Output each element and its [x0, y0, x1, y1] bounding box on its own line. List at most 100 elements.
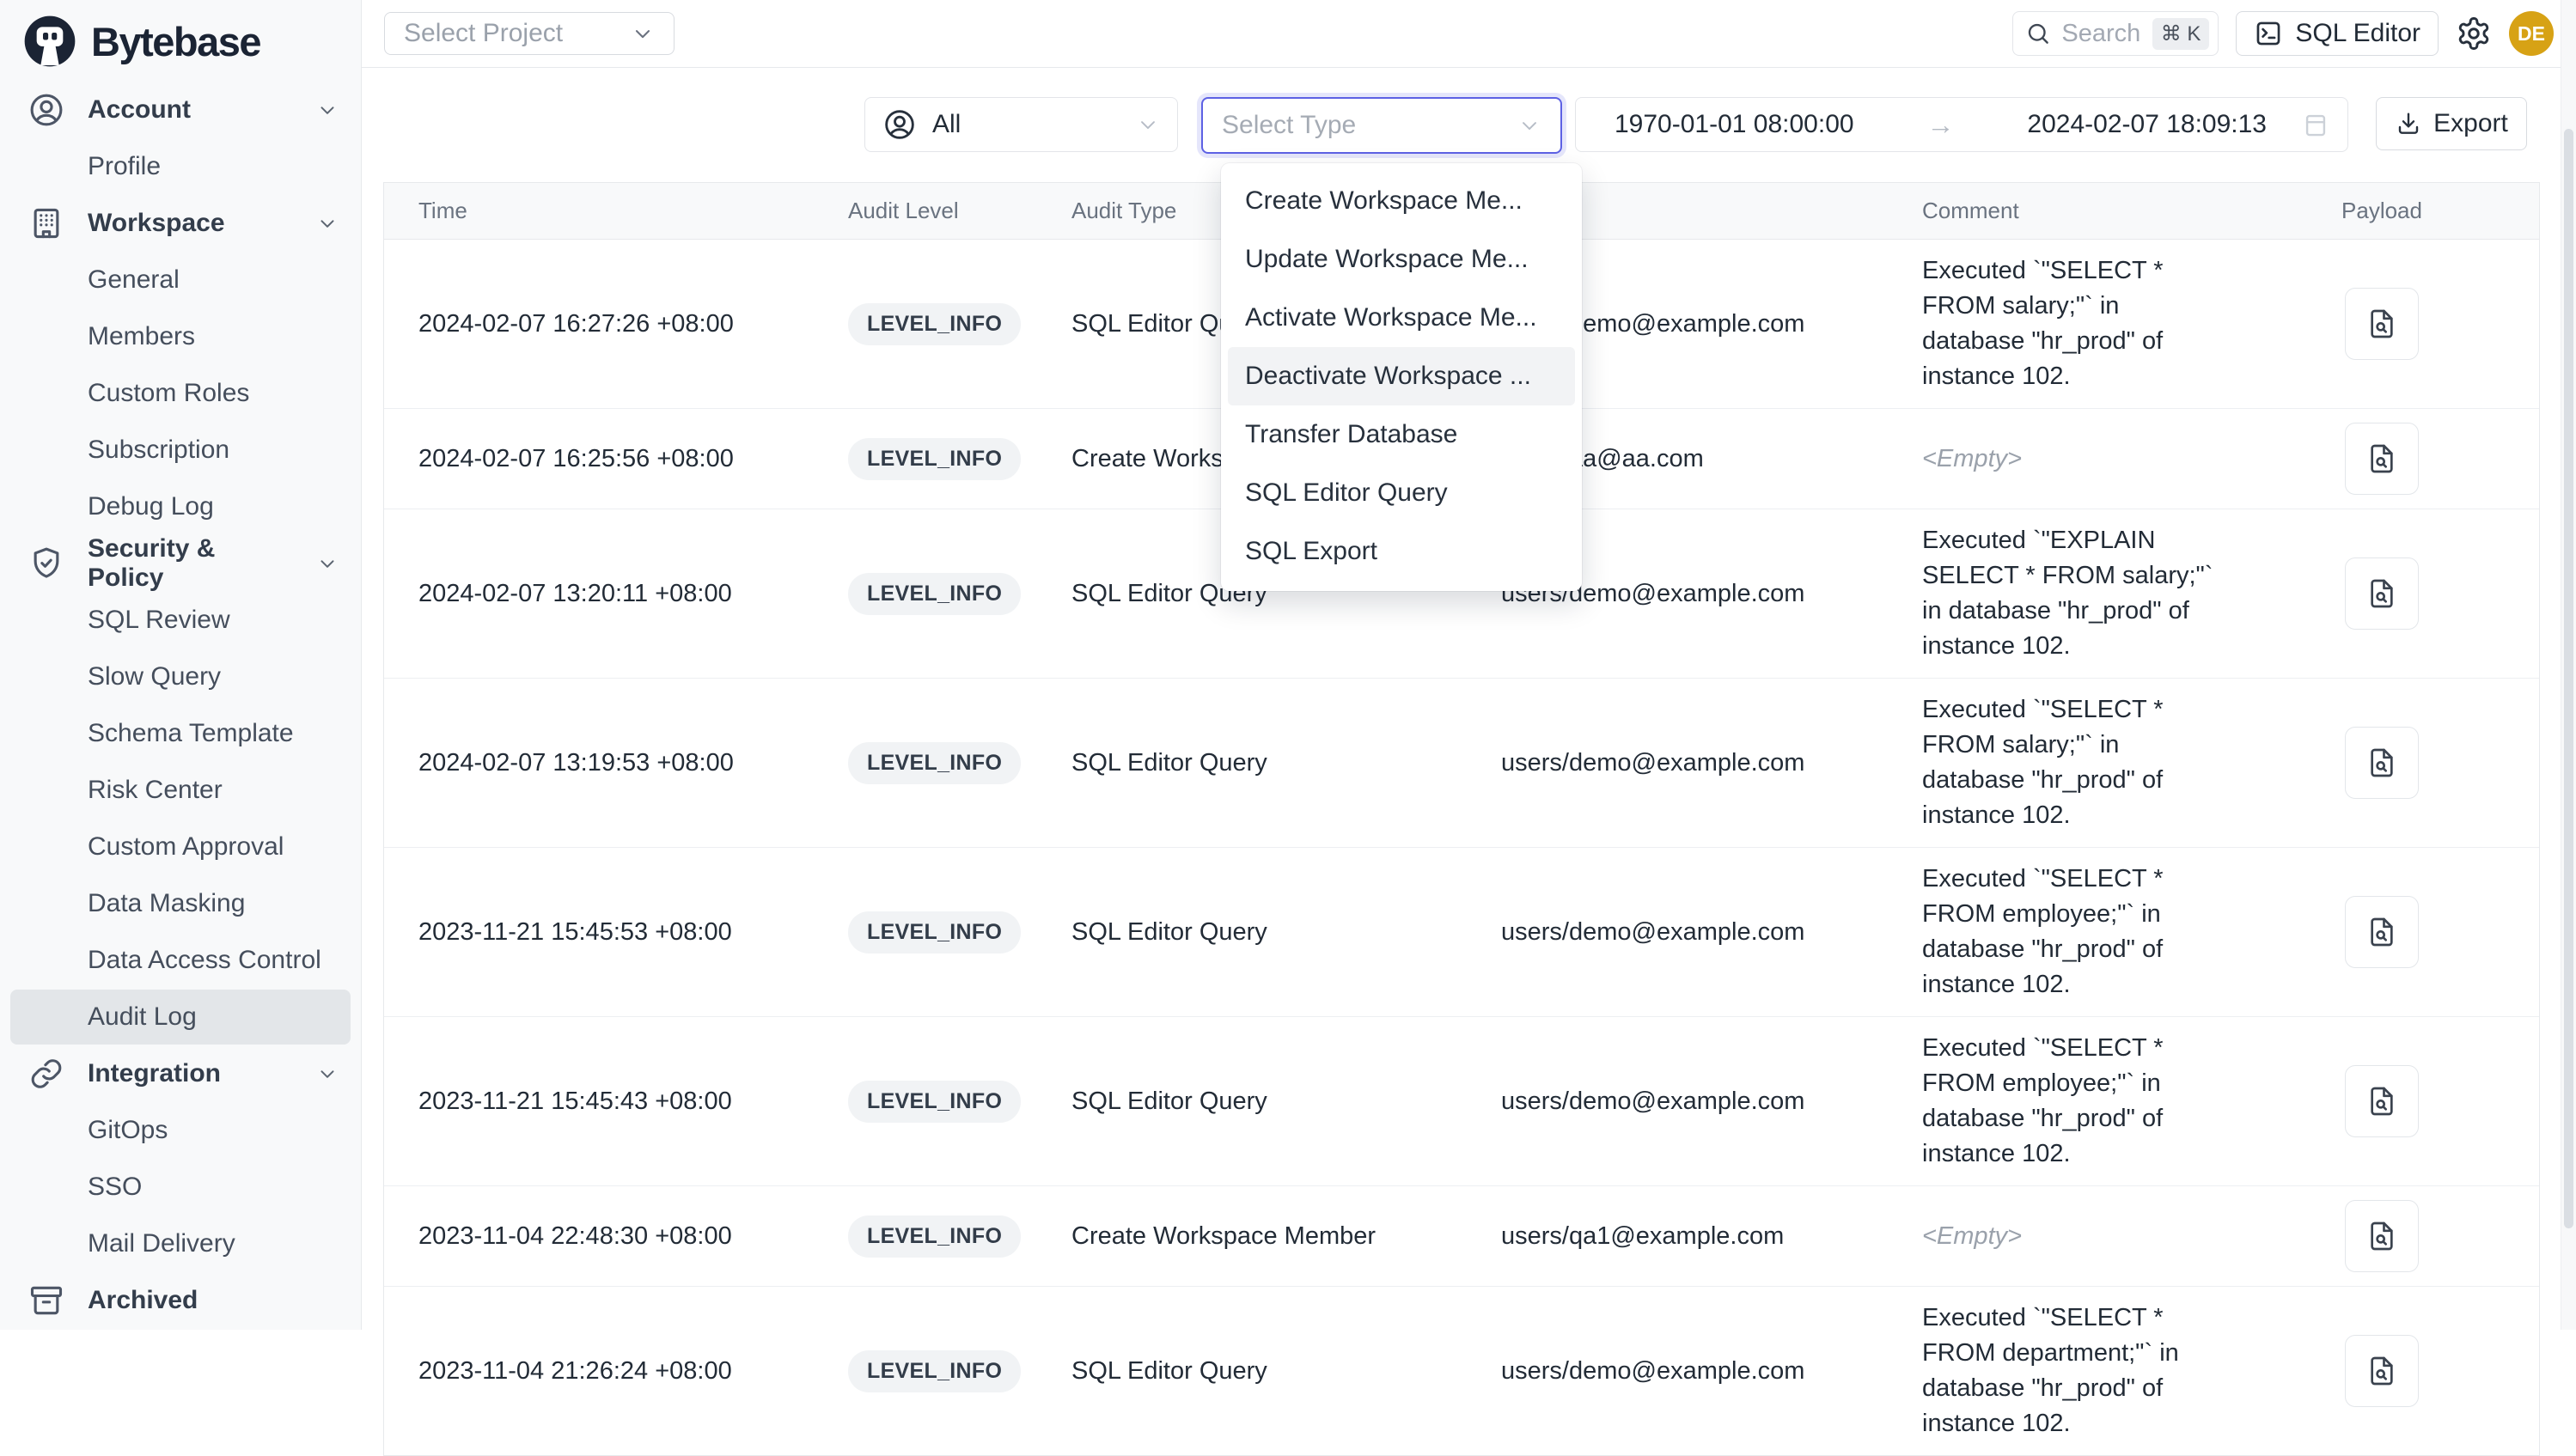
level-badge: LEVEL_INFO [848, 742, 1021, 784]
cell-payload [2257, 1335, 2506, 1407]
search-input[interactable]: Search ⌘ K [2012, 11, 2219, 56]
export-label: Export [2433, 109, 2508, 138]
sidebar-section-account[interactable]: Account [10, 82, 351, 137]
payload-view-button[interactable] [2345, 423, 2419, 495]
download-icon [2395, 110, 2422, 137]
sidebar-item-data-access-control[interactable]: Data Access Control [10, 933, 351, 988]
cell-audit-type: SQL Editor Query [1071, 1087, 1501, 1116]
cell-audit-type: SQL Editor Query [1071, 918, 1501, 947]
filter-bar: All Select Type 1970-01-01 08:00:00 → 20… [362, 68, 2576, 154]
cell-audit-type: Create Workspace Member [1071, 1222, 1501, 1251]
file-search-icon [2365, 1219, 2399, 1253]
sidebar-section-integration[interactable]: Integration [10, 1046, 351, 1101]
file-search-icon [2365, 746, 2399, 780]
payload-view-button[interactable] [2345, 1335, 2419, 1407]
cell-comment: Executed `"SELECT * FROM employee;"` in … [1922, 862, 2257, 1002]
cell-audit-level: LEVEL_INFO [848, 1215, 1071, 1258]
sidebar-item-risk-center[interactable]: Risk Center [10, 763, 351, 818]
sql-editor-button[interactable]: SQL Editor [2236, 11, 2439, 56]
type-filter-placeholder: Select Type [1222, 111, 1356, 140]
sidebar-item-members[interactable]: Members [10, 309, 351, 364]
cell-comment: Executed `"SELECT * FROM salary;"` in da… [1922, 692, 2257, 833]
sidebar-item-custom-approval[interactable]: Custom Approval [10, 819, 351, 874]
cell-time: 2024-02-07 13:19:53 +08:00 [384, 749, 848, 777]
dropdown-item-create-workspace-me-[interactable]: Create Workspace Me... [1221, 172, 1582, 230]
chevron-down-icon [316, 212, 339, 235]
cell-time: 2024-02-07 13:20:11 +08:00 [384, 580, 848, 608]
column-header-time: Time [384, 198, 848, 224]
cell-audit-level: LEVEL_INFO [848, 1081, 1071, 1123]
payload-view-button[interactable] [2345, 896, 2419, 968]
cell-audit-type: SQL Editor Query [1071, 749, 1501, 777]
user-circle-icon [882, 107, 917, 142]
sidebar-section-workspace[interactable]: Workspace [10, 196, 351, 251]
date-to: 2024-02-07 18:09:13 [2027, 110, 2267, 139]
vertical-scrollbar[interactable] [2561, 0, 2576, 1330]
sidebar-item-sql-review[interactable]: SQL Review [10, 593, 351, 648]
payload-view-button[interactable] [2345, 288, 2419, 360]
cell-time: 2023-11-21 15:45:43 +08:00 [384, 1087, 848, 1116]
sidebar-item-schema-template[interactable]: Schema Template [10, 706, 351, 761]
sidebar-item-custom-roles[interactable]: Custom Roles [10, 366, 351, 421]
sidebar-item-sso[interactable]: SSO [10, 1160, 351, 1215]
cell-comment: Executed `"SELECT * FROM salary;"` in da… [1922, 253, 2257, 394]
app-logo[interactable]: Bytebase [0, 0, 361, 76]
date-from: 1970-01-01 08:00:00 [1615, 110, 1854, 139]
sidebar-section-security-policy[interactable]: Security & Policy [10, 536, 351, 591]
dropdown-item-sql-editor-query[interactable]: SQL Editor Query [1221, 464, 1582, 522]
sidebar-item-audit-log[interactable]: Audit Log [10, 990, 351, 1045]
sidebar-item-profile[interactable]: Profile [10, 139, 351, 194]
payload-view-button[interactable] [2345, 1200, 2419, 1272]
cell-payload [2257, 896, 2506, 968]
cell-audit-level: LEVEL_INFO [848, 438, 1071, 480]
building-icon [27, 204, 65, 242]
shield-check-icon [27, 545, 65, 582]
topbar: Select Project Search ⌘ K SQL Editor DE [362, 0, 2576, 68]
sidebar-item-slow-query[interactable]: Slow Query [10, 649, 351, 704]
file-search-icon [2365, 1354, 2399, 1388]
sidebar-section-label: Integration [88, 1059, 221, 1088]
type-filter-select[interactable]: Select Type [1201, 97, 1562, 154]
cell-audit-level: LEVEL_INFO [848, 742, 1071, 784]
cell-audit-type: SQL Editor Query [1071, 1357, 1501, 1386]
cell-payload [2257, 1200, 2506, 1272]
sidebar-section-archived[interactable]: Archived [10, 1273, 351, 1328]
payload-view-button[interactable] [2345, 1065, 2419, 1137]
sidebar-item-gitops[interactable]: GitOps [10, 1103, 351, 1158]
file-search-icon [2365, 442, 2399, 476]
dropdown-item-deactivate-workspace-[interactable]: Deactivate Workspace ... [1228, 347, 1575, 405]
type-filter-dropdown: Create Workspace Me...Update Workspace M… [1221, 163, 1582, 591]
search-placeholder: Search [2061, 20, 2141, 48]
sidebar-item-mail-delivery[interactable]: Mail Delivery [10, 1216, 351, 1271]
cell-audit-level: LEVEL_INFO [848, 303, 1071, 345]
dropdown-item-sql-export[interactable]: SQL Export [1221, 522, 1582, 581]
dropdown-item-transfer-database[interactable]: Transfer Database [1221, 405, 1582, 464]
actor-filter-select[interactable]: All [864, 97, 1178, 152]
sidebar-item-debug-log[interactable]: Debug Log [10, 479, 351, 534]
table-row: 2023-11-21 15:45:43 +08:00LEVEL_INFOSQL … [384, 1016, 2539, 1185]
sidebar-item-subscription[interactable]: Subscription [10, 423, 351, 478]
cell-time: 2023-11-04 22:48:30 +08:00 [384, 1222, 848, 1251]
project-select-value: Select Project [404, 19, 563, 48]
link-icon [27, 1055, 65, 1093]
cell-actor: users/demo@example.com [1501, 749, 1922, 777]
dropdown-item-update-workspace-me-[interactable]: Update Workspace Me... [1221, 230, 1582, 289]
sidebar-item-data-masking[interactable]: Data Masking [10, 876, 351, 931]
level-badge: LEVEL_INFO [848, 438, 1021, 480]
level-badge: LEVEL_INFO [848, 1350, 1021, 1392]
search-icon [2025, 21, 2051, 46]
avatar[interactable]: DE [2509, 11, 2554, 56]
cell-actor: users/qa1@example.com [1501, 1222, 1922, 1251]
sidebar-nav: AccountProfileWorkspaceGeneralMembersCus… [0, 76, 361, 1328]
gear-icon[interactable] [2456, 15, 2492, 52]
payload-view-button[interactable] [2345, 727, 2419, 799]
payload-view-button[interactable] [2345, 557, 2419, 630]
sidebar-item-general[interactable]: General [10, 253, 351, 308]
date-range-picker[interactable]: 1970-01-01 08:00:00 → 2024-02-07 18:09:1… [1575, 97, 2348, 152]
level-badge: LEVEL_INFO [848, 911, 1021, 953]
chevron-down-icon [316, 1063, 339, 1085]
scrollbar-thumb[interactable] [2564, 129, 2573, 1228]
export-button[interactable]: Export [2376, 97, 2527, 150]
dropdown-item-activate-workspace-me-[interactable]: Activate Workspace Me... [1221, 289, 1582, 347]
project-select[interactable]: Select Project [384, 12, 675, 55]
